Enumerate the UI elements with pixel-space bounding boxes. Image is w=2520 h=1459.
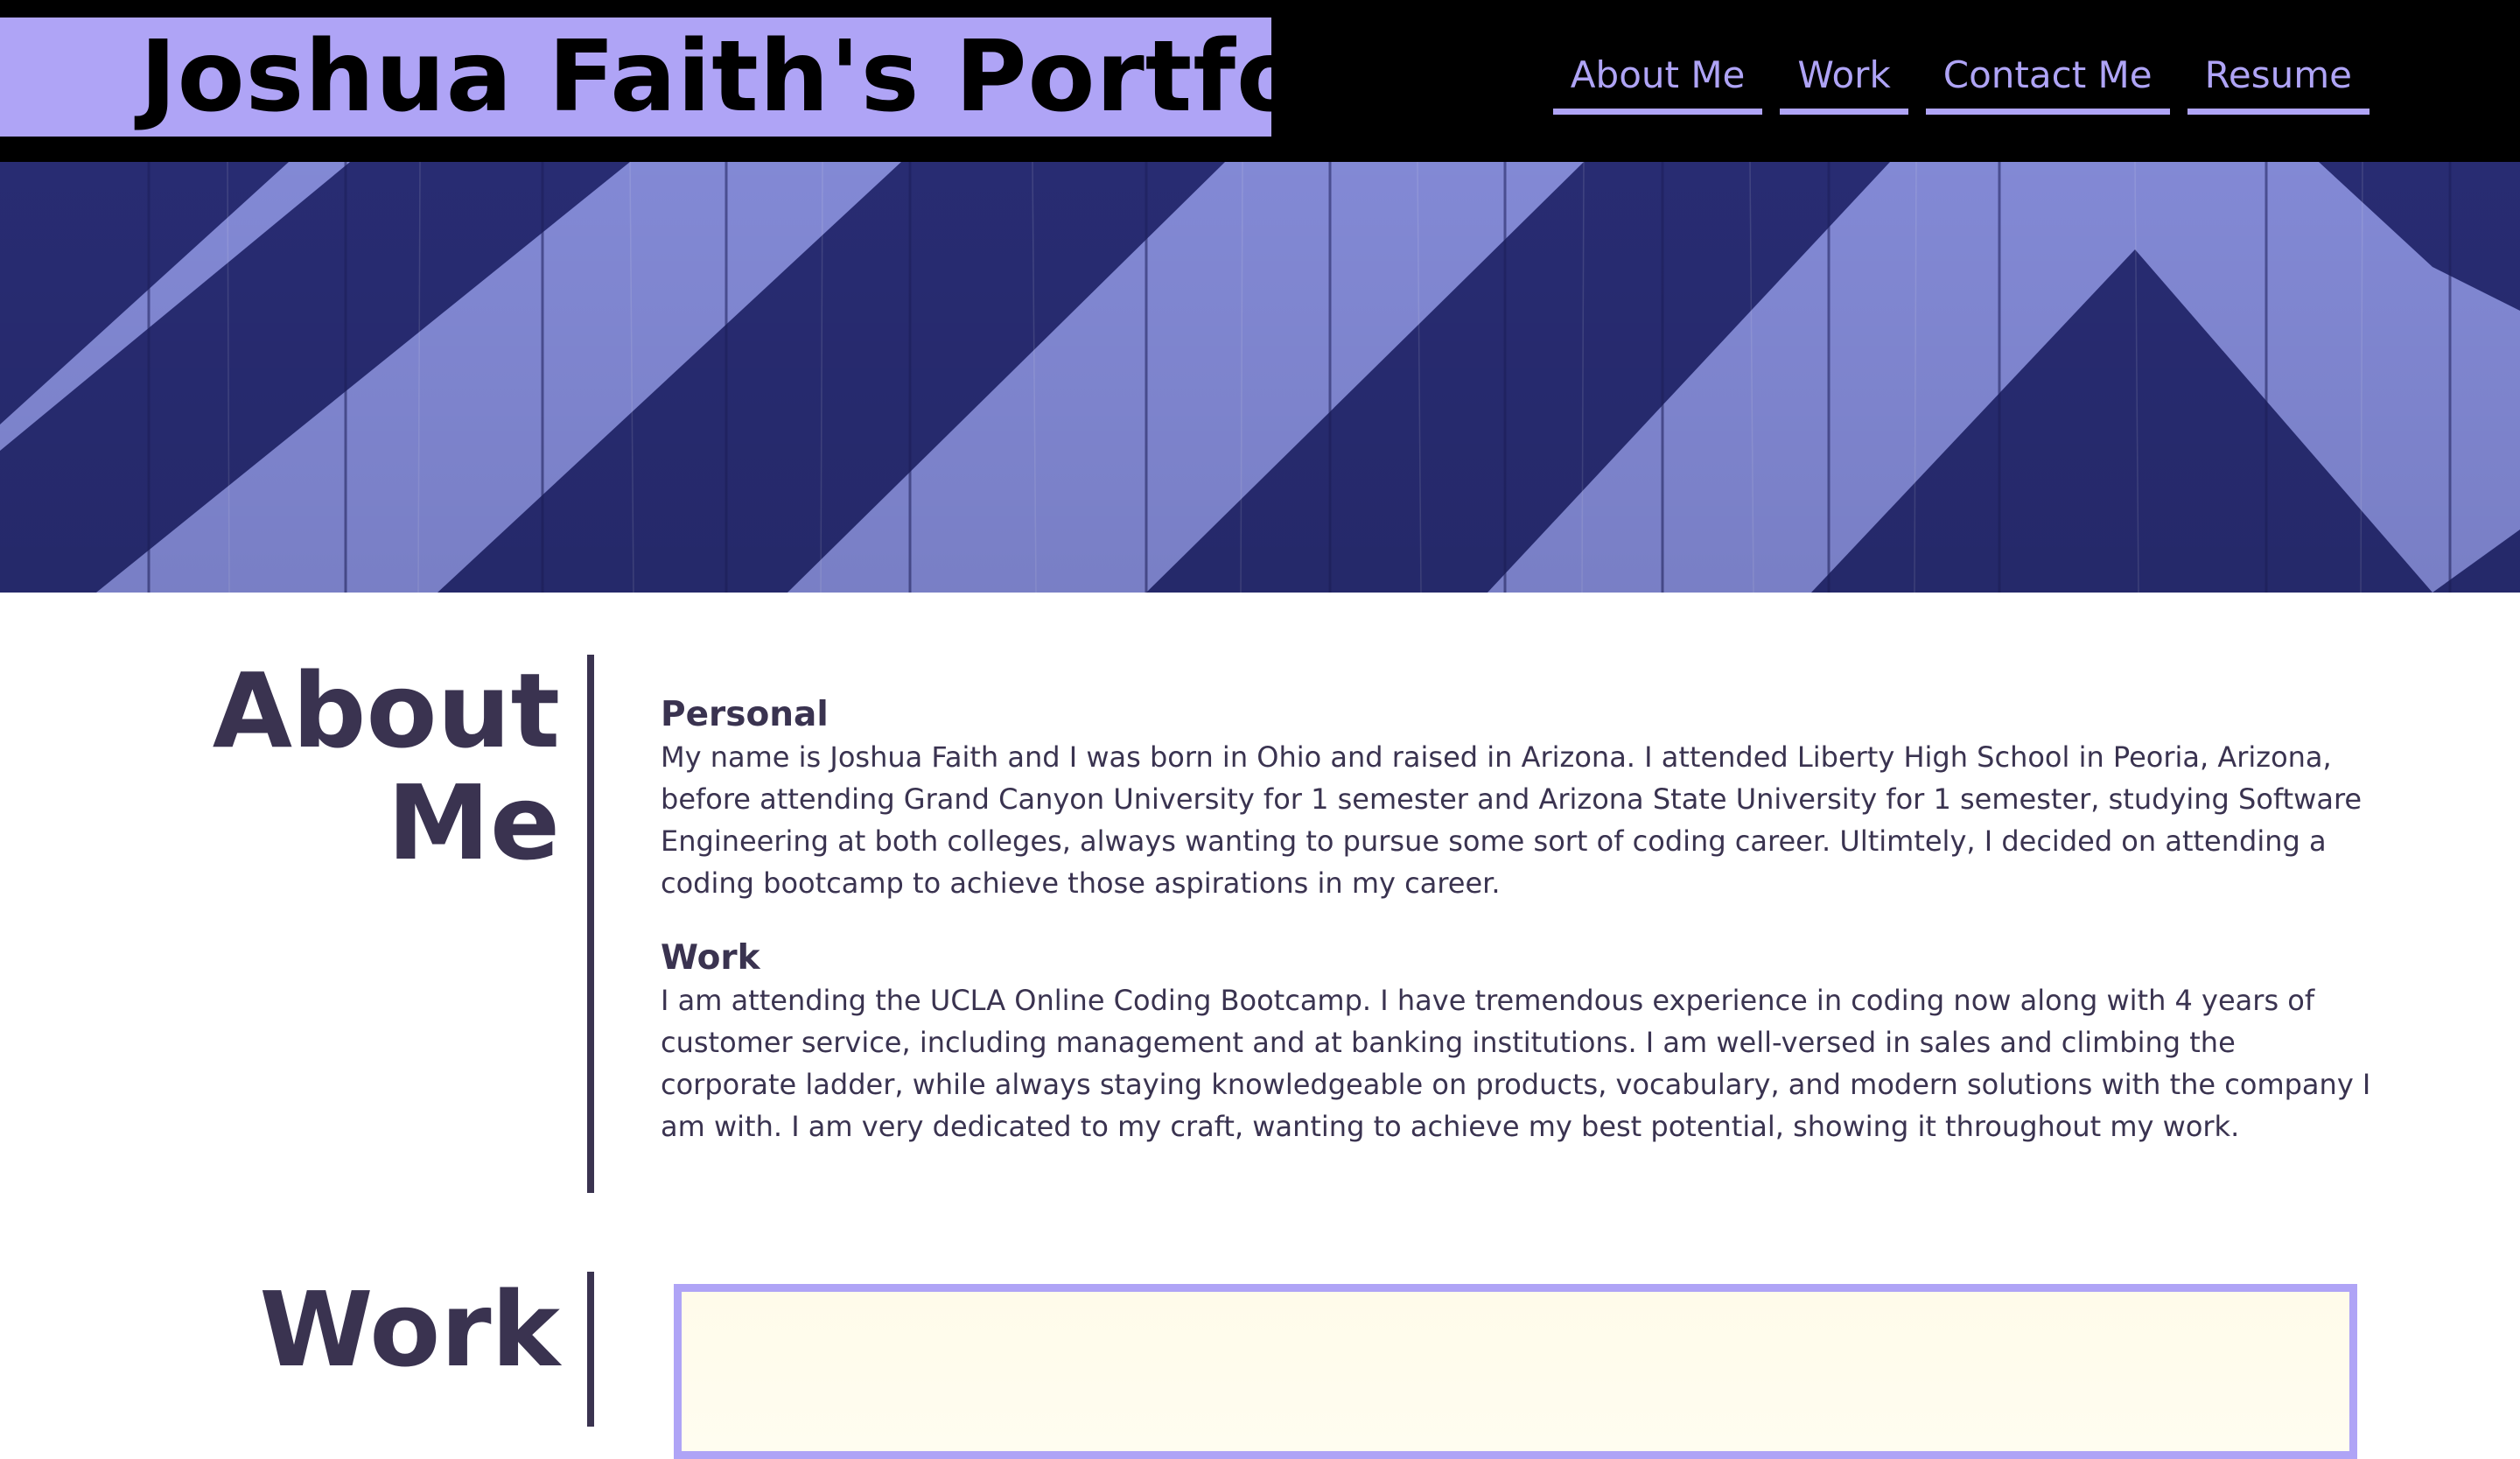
work-divider — [587, 1272, 594, 1427]
nav-link-work[interactable]: Work — [1780, 51, 1908, 115]
site-header: Joshua Faith's Portfolio About Me Work C… — [0, 0, 2520, 162]
site-title: Joshua Faith's Portfolio — [140, 20, 1442, 134]
hero-banner-image — [0, 162, 2520, 593]
main-nav: About Me Work Contact Me Resume — [1552, 51, 2370, 115]
about-divider — [587, 655, 594, 1193]
about-content: Personal My name is Joshua Faith and I w… — [661, 694, 2376, 1181]
work-heading: Work — [259, 1269, 560, 1390]
work-subheading: Work — [661, 938, 760, 978]
personal-subheading: Personal — [661, 695, 829, 734]
nav-link-resume[interactable]: Resume — [2187, 51, 2370, 115]
about-heading: About Me — [158, 655, 560, 879]
work-project-card[interactable] — [674, 1284, 2357, 1459]
work-paragraph: I am attending the UCLA Online Coding Bo… — [661, 984, 2371, 1143]
about-heading-line2: Me — [387, 762, 560, 883]
nav-link-contact-me[interactable]: Contact Me — [1925, 51, 2170, 115]
title-banner: Joshua Faith's Portfolio — [0, 18, 1441, 137]
about-heading-line1: About — [212, 650, 560, 771]
nav-link-about-me[interactable]: About Me — [1552, 51, 1763, 115]
personal-paragraph: My name is Joshua Faith and I was born i… — [661, 740, 2362, 900]
